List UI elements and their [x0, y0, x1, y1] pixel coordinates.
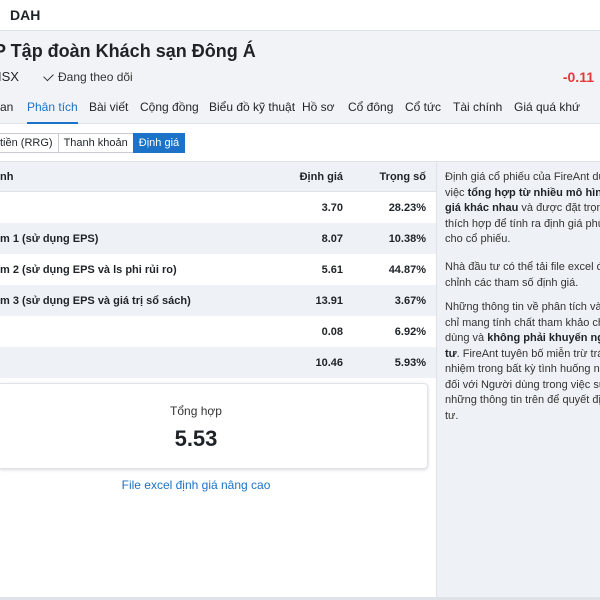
- main-tabs: an Phân tích Bài viết Cộng đồng Biểu đồ …: [0, 98, 600, 124]
- tab-cong-dong[interactable]: Cộng đồng: [140, 98, 199, 124]
- header-weight: Trọng số: [379, 171, 426, 183]
- ticker-symbol: DAH: [10, 7, 41, 23]
- summary-card: Tổng hợp 5.53: [0, 383, 428, 469]
- follow-button[interactable]: Đang theo dõi: [43, 70, 133, 84]
- row-weight: 44.87%: [388, 264, 426, 276]
- table-row: 10.46 5.93%: [0, 347, 436, 378]
- row-weight: 28.23%: [388, 202, 426, 214]
- table-header: nh Định giá Trọng số: [0, 162, 436, 192]
- info-paragraph-3: Những thông tin về phân tích và chỉ mang…: [445, 301, 600, 422]
- check-icon: [43, 70, 54, 81]
- tab-ho-so[interactable]: Hồ sơ: [302, 98, 335, 124]
- company-name: P Tập đoàn Khách sạn Đông Á: [0, 41, 256, 61]
- info-panel: Định giá cổ phiếu của FireAnt dự việc tổ…: [436, 162, 600, 598]
- subtab-rrg[interactable]: tiền (RRG): [0, 133, 59, 153]
- tab-bieu-do-ky-thuat[interactable]: Biểu đồ kỹ thuật: [209, 98, 295, 124]
- top-bar: DAH: [0, 0, 600, 31]
- exchange-label: ISX: [0, 69, 19, 84]
- tab-partial[interactable]: an: [0, 98, 13, 124]
- tab-co-dong[interactable]: Cổ đông: [348, 98, 393, 124]
- row-value: 8.07: [321, 233, 343, 245]
- stock-header: P Tập đoàn Khách sạn Đông Á ISX Đang the…: [0, 31, 600, 124]
- row-value: 5.61: [321, 264, 343, 276]
- tab-tai-chinh[interactable]: Tài chính: [453, 98, 502, 124]
- table-row: 0.08 6.92%: [0, 316, 436, 347]
- tab-co-tuc[interactable]: Cổ tức: [405, 98, 441, 124]
- follow-label: Đang theo dõi: [58, 70, 133, 84]
- row-value: 0.08: [321, 326, 343, 338]
- summary-label: Tổng hợp: [170, 404, 222, 418]
- table-row: m 2 (sử dụng EPS và ls phi rủi ro) 5.61 …: [0, 254, 436, 285]
- summary-value: 5.53: [174, 426, 218, 451]
- info-paragraph-1: Định giá cổ phiếu của FireAnt dự việc tổ…: [445, 171, 600, 245]
- analysis-subtabs: tiền (RRG) Thanh khoản Định giá: [0, 133, 186, 153]
- tab-bai-viet[interactable]: Bài viết: [89, 98, 128, 124]
- valuation-table: nh Định giá Trọng số 3.70 28.23% m 1 (sử…: [0, 162, 436, 598]
- row-value: 3.70: [321, 202, 343, 214]
- subtab-dinh-gia[interactable]: Định giá: [132, 133, 186, 153]
- row-model: m 3 (sử dụng EPS và giá trị sổ sách): [0, 295, 191, 307]
- row-weight: 3.67%: [394, 295, 426, 307]
- table-row: m 3 (sử dụng EPS và giá trị sổ sách) 13.…: [0, 285, 436, 316]
- row-weight: 10.38%: [388, 233, 426, 245]
- row-weight: 6.92%: [394, 326, 426, 338]
- header-valuation: Định giá: [299, 171, 343, 183]
- row-weight: 5.93%: [394, 357, 426, 369]
- table-row: m 1 (sử dụng EPS) 8.07 10.38%: [0, 223, 436, 254]
- tab-phan-tich[interactable]: Phân tích: [27, 98, 78, 124]
- row-model: m 2 (sử dụng EPS và ls phi rủi ro): [0, 264, 177, 276]
- row-value: 13.91: [315, 295, 343, 307]
- row-model: m 1 (sử dụng EPS): [0, 233, 99, 245]
- subtab-thanh-khoan[interactable]: Thanh khoản: [57, 133, 134, 153]
- row-value: 10.46: [315, 357, 343, 369]
- excel-download-link[interactable]: File excel định giá nâng cao: [0, 478, 392, 492]
- header-model: nh: [0, 171, 14, 183]
- table-row: 3.70 28.23%: [0, 192, 436, 223]
- price-change: -0.11: [562, 69, 594, 85]
- tab-gia-qua-khu[interactable]: Giá quá khứ: [514, 98, 580, 124]
- info-paragraph-2: Nhà đầu tư có thể tải file excel đ chỉnh…: [445, 261, 600, 289]
